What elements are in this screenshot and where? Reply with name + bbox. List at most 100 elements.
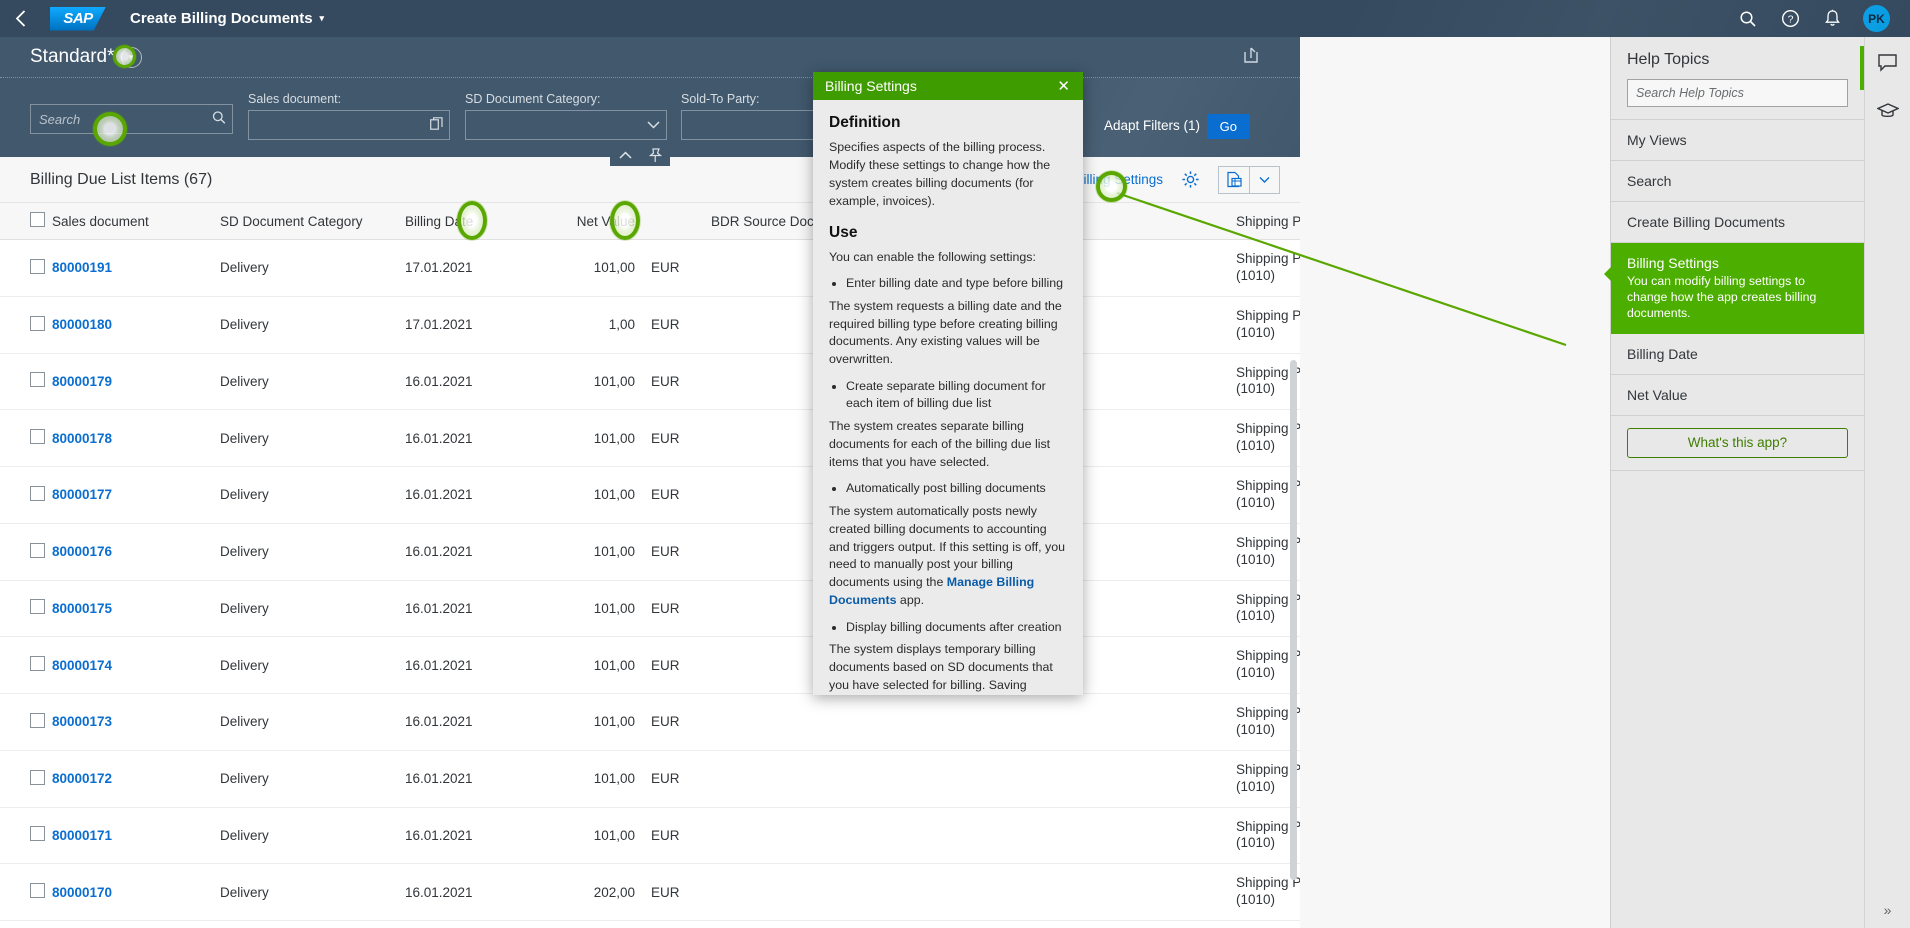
row-checkbox[interactable] xyxy=(30,656,45,672)
filter-bar-controls xyxy=(610,144,670,166)
table-row[interactable]: 80000169Delivery16.01.2021202,00EUR Invoi… xyxy=(0,920,1300,928)
cell-sales-document: 80000171 xyxy=(46,807,214,865)
row-checkbox[interactable] xyxy=(30,485,45,501)
manage-billing-documents-link[interactable]: Manage Billing Documents xyxy=(829,575,1034,607)
sd-document-category-select[interactable] xyxy=(465,110,667,140)
cell-sd-document-category: Delivery xyxy=(214,523,399,581)
sales-document-link[interactable]: 80000173 xyxy=(52,714,112,729)
feedback-bubble-icon[interactable] xyxy=(1877,53,1898,79)
table-row[interactable]: 80000173 Delivery 16.01.2021 101,00 EUR Shipp… xyxy=(0,693,1300,751)
help-topic-item-create-billing-documents[interactable]: Create Billing Documents xyxy=(1611,202,1864,243)
help-topic-item-net-value[interactable]: Net Value xyxy=(1611,375,1864,416)
table-row[interactable]: 80000180 Delivery 17.01.2021 1,00 EUR Shippin… xyxy=(0,296,1300,354)
row-checkbox[interactable] xyxy=(30,429,45,445)
share-export-icon[interactable] xyxy=(1242,46,1260,69)
learning-hat-icon[interactable] xyxy=(1875,101,1900,126)
help-topic-item-my-views[interactable]: My Views xyxy=(1611,120,1864,161)
row-checkbox[interactable] xyxy=(30,542,45,558)
column-header-net-value[interactable]: Net Value xyxy=(549,203,641,240)
sales-document-link[interactable]: 80000171 xyxy=(52,828,112,843)
table-header: Sales document SD Document Category Bill… xyxy=(0,203,1300,240)
cell-currency: EUR xyxy=(641,750,705,808)
row-checkbox[interactable] xyxy=(30,372,45,388)
sales-document-link[interactable]: 80000177 xyxy=(52,487,112,502)
table-row[interactable]: 80000174 Delivery 16.01.2021 101,00 EUR Shipp… xyxy=(0,636,1300,694)
table-row[interactable]: 80000171 Delivery 16.01.2021 101,00 EUR Shipp… xyxy=(0,807,1300,865)
sales-document-link[interactable]: 80000191 xyxy=(52,260,112,275)
cell-currency: EUR xyxy=(641,863,705,921)
table-vertical-scrollbar[interactable] xyxy=(1290,360,1297,880)
cell-country xyxy=(1065,807,1230,865)
row-checkbox[interactable] xyxy=(30,712,45,728)
search-icon[interactable] xyxy=(1737,8,1759,30)
cell-sd-document-category: Delivery xyxy=(214,580,399,638)
export-split-button xyxy=(1218,165,1280,194)
select-all-checkbox[interactable] xyxy=(30,212,45,227)
adapt-filters-button[interactable]: Adapt Filters (1) xyxy=(1104,118,1200,133)
help-search-input[interactable] xyxy=(1627,79,1848,107)
row-checkbox[interactable] xyxy=(30,883,45,899)
cell-currency: EUR xyxy=(641,580,705,638)
row-checkbox[interactable] xyxy=(30,315,45,331)
help-topic-label: Net Value xyxy=(1627,386,1688,403)
help-icon[interactable]: ? xyxy=(1779,8,1801,30)
sales-document-link[interactable]: 80000178 xyxy=(52,431,112,446)
collapse-rail-icon[interactable]: » xyxy=(1884,902,1892,918)
cell-sales-document: 80000177 xyxy=(46,466,214,524)
cell-sd-document-category: Delivery xyxy=(214,920,399,928)
sales-document-link[interactable]: 80000174 xyxy=(52,658,112,673)
billing-settings-link[interactable]: Billing Settings xyxy=(1074,172,1163,187)
column-header-sd-document-category[interactable]: SD Document Category xyxy=(214,203,399,240)
row-checkbox[interactable] xyxy=(30,769,45,785)
help-topic-item-billing-date[interactable]: Billing Date xyxy=(1611,334,1864,375)
cell-net-value: 101,00 xyxy=(549,353,641,411)
row-checkbox[interactable] xyxy=(30,826,45,842)
help-topic-item-billing-settings[interactable]: Billing Settings You can modify billing s… xyxy=(1604,243,1864,334)
export-to-spreadsheet-icon[interactable] xyxy=(1219,167,1249,193)
row-checkbox[interactable] xyxy=(30,599,45,615)
cell-sd-document-category: Delivery xyxy=(214,353,399,411)
sales-document-link[interactable]: 80000170 xyxy=(52,885,112,900)
sales-document-link[interactable]: 80000179 xyxy=(52,374,112,389)
sales-document-input[interactable] xyxy=(248,110,450,140)
table-row[interactable]: 80000177 Delivery 16.01.2021 101,00 EUR Shipp… xyxy=(0,466,1300,524)
sales-document-link[interactable]: 80000172 xyxy=(52,771,112,786)
close-icon[interactable]: ✕ xyxy=(1052,76,1075,97)
help-topic-item-search[interactable]: Search xyxy=(1611,161,1864,202)
go-button[interactable]: Go xyxy=(1206,114,1250,139)
variant-selector[interactable]: Standard* ▾ xyxy=(30,46,142,68)
app-title[interactable]: Create Billing Documents ▾ xyxy=(130,10,324,27)
table-row[interactable]: 80000178 Delivery 16.01.2021 101,00 EUR Shipp… xyxy=(0,409,1300,467)
sales-document-link[interactable]: 80000180 xyxy=(52,317,112,332)
row-checkbox[interactable] xyxy=(30,258,45,274)
column-header-billing-date[interactable]: Billing Date xyxy=(399,203,549,240)
table-row[interactable]: 80000176 Delivery 16.01.2021 101,00 EUR Shipp… xyxy=(0,523,1300,581)
cell-sd-document-category: Delivery xyxy=(214,296,399,354)
collapse-filter-bar-button[interactable] xyxy=(610,144,640,166)
avatar[interactable]: PK xyxy=(1863,5,1890,32)
chevron-down-icon[interactable] xyxy=(1249,166,1279,193)
table-row[interactable]: 80000172 Delivery 16.01.2021 101,00 EUR Shipp… xyxy=(0,750,1300,808)
column-header-shipping-point[interactable]: Shipping Point xyxy=(1230,203,1300,240)
table-row[interactable]: 80000170 Delivery 16.01.2021 202,00 EUR Shipp… xyxy=(0,863,1300,921)
cell-bdr-source-document xyxy=(705,750,905,808)
table-row[interactable]: 80000175 Delivery 16.01.2021 101,00 EUR Shipp… xyxy=(0,580,1300,638)
sap-logo[interactable]: SAP xyxy=(50,6,106,31)
sales-document-link[interactable]: 80000176 xyxy=(52,544,112,559)
whats-this-app-button[interactable]: What's this app? xyxy=(1627,427,1848,458)
gear-icon[interactable] xyxy=(1181,170,1200,189)
search-input[interactable] xyxy=(30,104,233,134)
cell-sales-document: 80000180 xyxy=(46,296,214,354)
column-header-country[interactable] xyxy=(1065,203,1230,240)
table-row[interactable]: 80000191 Delivery 17.01.2021 101,00 EUR Shipp… xyxy=(0,239,1300,297)
pin-filter-bar-button[interactable] xyxy=(640,144,670,166)
cell-bdr-source-document xyxy=(705,863,905,921)
back-button[interactable] xyxy=(0,0,40,37)
cell-sd-document-category: Delivery xyxy=(214,807,399,865)
column-header-sales-document[interactable]: Sales document xyxy=(46,203,214,240)
notification-bell-icon[interactable] xyxy=(1821,8,1843,30)
table-body: 80000191 Delivery 17.01.2021 101,00 EUR Shipp… xyxy=(0,239,1300,928)
sales-document-link[interactable]: 80000175 xyxy=(52,601,112,616)
table-row[interactable]: 80000179 Delivery 16.01.2021 101,00 EUR Shipp… xyxy=(0,353,1300,411)
row-select-cell xyxy=(0,523,46,581)
